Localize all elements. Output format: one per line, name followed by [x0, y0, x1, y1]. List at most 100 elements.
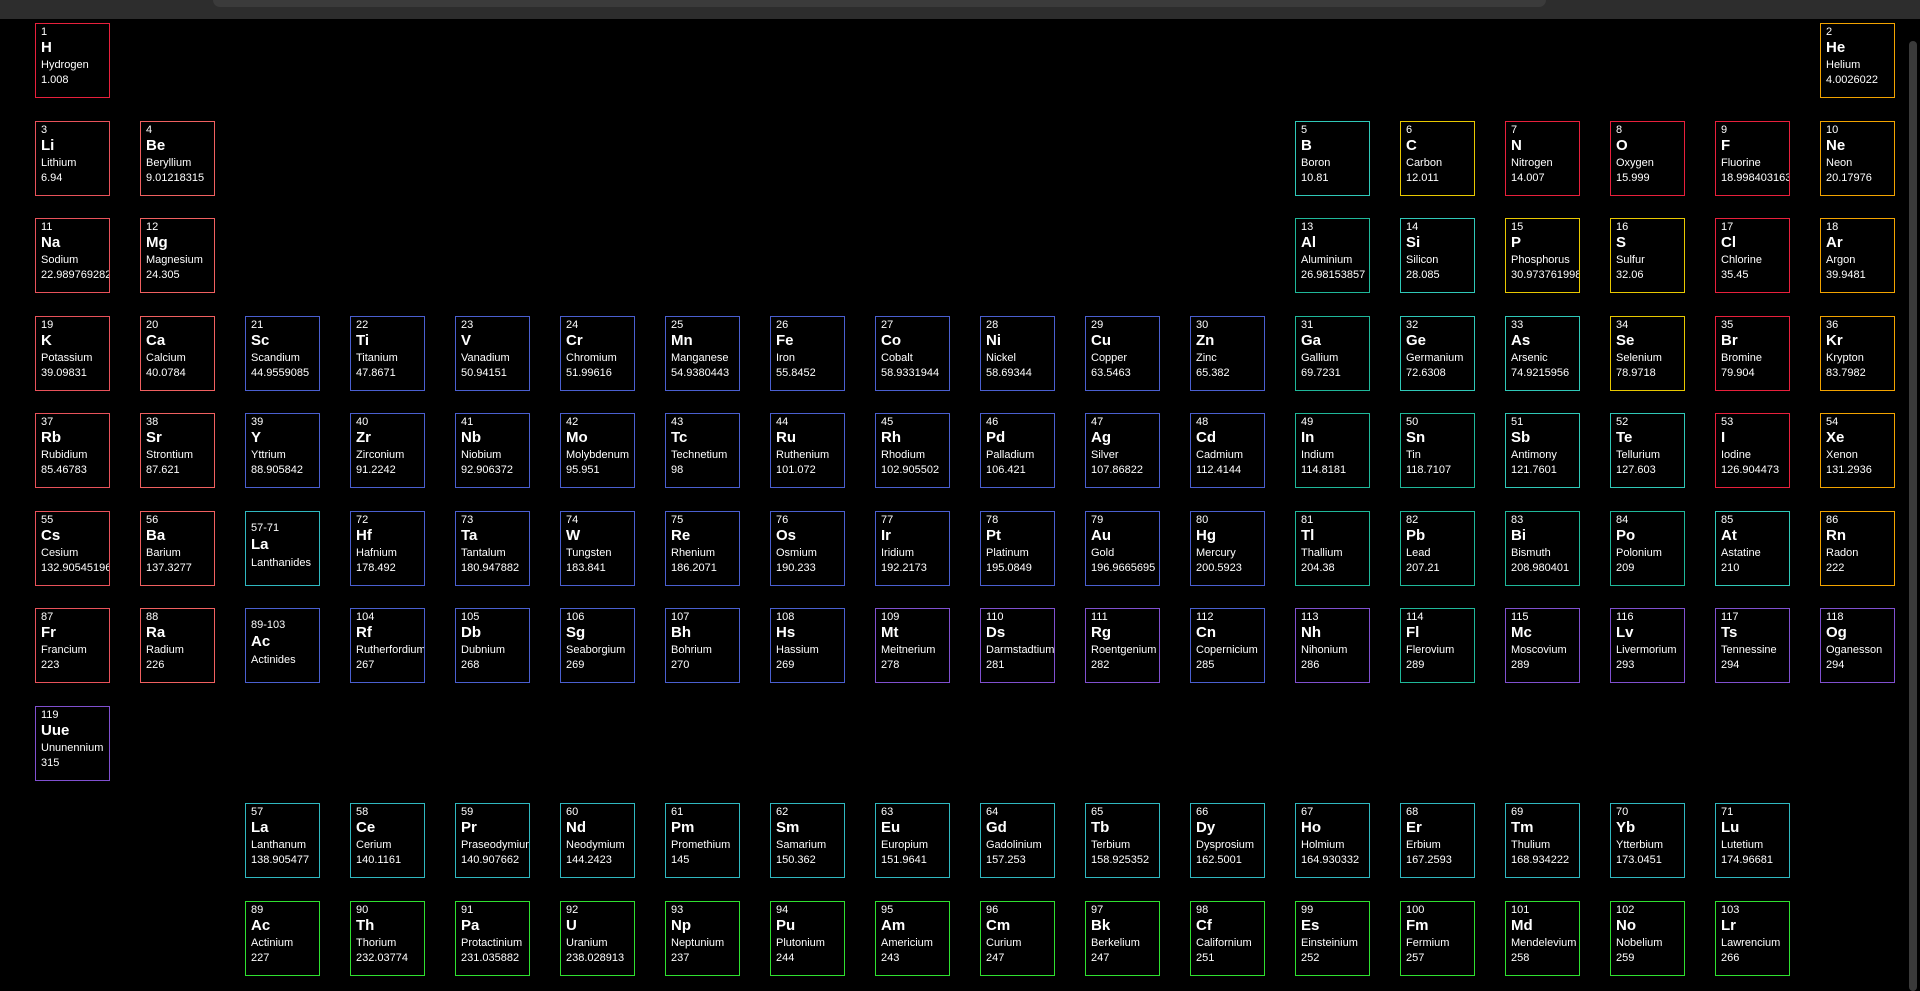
element-tile-zn[interactable]: 30 Zn Zinc 65.382: [1190, 316, 1265, 391]
element-tile-ac-range[interactable]: 89-103 Ac Actinides: [245, 608, 320, 683]
element-tile-er[interactable]: 68 Er Erbium 167.2593: [1400, 803, 1475, 878]
element-tile-tc[interactable]: 43 Tc Technetium 98: [665, 413, 740, 488]
element-tile-cu[interactable]: 29 Cu Copper 63.5463: [1085, 316, 1160, 391]
element-tile-co[interactable]: 27 Co Cobalt 58.9331944: [875, 316, 950, 391]
scrollbar-track[interactable]: [1904, 19, 1920, 991]
element-tile-te[interactable]: 52 Te Tellurium 127.603: [1610, 413, 1685, 488]
element-tile-ir[interactable]: 77 Ir Iridium 192.2173: [875, 511, 950, 586]
element-tile-fr[interactable]: 87 Fr Francium 223: [35, 608, 110, 683]
element-tile-sm[interactable]: 62 Sm Samarium 150.362: [770, 803, 845, 878]
scrollbar-thumb[interactable]: [1909, 41, 1917, 991]
element-tile-th[interactable]: 90 Th Thorium 232.03774: [350, 901, 425, 976]
element-tile-nb[interactable]: 41 Nb Niobium 92.906372: [455, 413, 530, 488]
element-tile-br[interactable]: 35 Br Bromine 79.904: [1715, 316, 1790, 391]
element-tile-si[interactable]: 14 Si Silicon 28.085: [1400, 218, 1475, 293]
element-tile-bi[interactable]: 83 Bi Bismuth 208.980401: [1505, 511, 1580, 586]
element-tile-hs[interactable]: 108 Hs Hassium 269: [770, 608, 845, 683]
element-tile-sg[interactable]: 106 Sg Seaborgium 269: [560, 608, 635, 683]
element-tile-ho[interactable]: 67 Ho Holmium 164.930332: [1295, 803, 1370, 878]
element-tile-sn[interactable]: 50 Sn Tin 118.7107: [1400, 413, 1475, 488]
element-tile-la[interactable]: 57 La Lanthanum 138.905477: [245, 803, 320, 878]
element-tile-cf[interactable]: 98 Cf Californium 251: [1190, 901, 1265, 976]
element-tile-nd[interactable]: 60 Nd Neodymium 144.2423: [560, 803, 635, 878]
element-tile-se[interactable]: 34 Se Selenium 78.9718: [1610, 316, 1685, 391]
element-tile-pm[interactable]: 61 Pm Promethium 145: [665, 803, 740, 878]
element-tile-rb[interactable]: 37 Rb Rubidium 85.46783: [35, 413, 110, 488]
element-tile-tl[interactable]: 81 Tl Thallium 204.38: [1295, 511, 1370, 586]
element-tile-fm[interactable]: 100 Fm Fermium 257: [1400, 901, 1475, 976]
element-tile-nh[interactable]: 113 Nh Nihonium 286: [1295, 608, 1370, 683]
element-tile-b[interactable]: 5 B Boron 10.81: [1295, 121, 1370, 196]
element-tile-mt[interactable]: 109 Mt Meitnerium 278: [875, 608, 950, 683]
element-tile-fe[interactable]: 26 Fe Iron 55.8452: [770, 316, 845, 391]
element-tile-yb[interactable]: 70 Yb Ytterbium 173.0451: [1610, 803, 1685, 878]
element-tile-la-range[interactable]: 57-71 La Lanthanides: [245, 511, 320, 586]
element-tile-al[interactable]: 13 Al Aluminium 26.98153857: [1295, 218, 1370, 293]
element-tile-cn[interactable]: 112 Cn Copernicium 285: [1190, 608, 1265, 683]
element-tile-hf[interactable]: 72 Hf Hafnium 178.492: [350, 511, 425, 586]
element-tile-tb[interactable]: 65 Tb Terbium 158.925352: [1085, 803, 1160, 878]
element-tile-dy[interactable]: 66 Dy Dysprosium 162.5001: [1190, 803, 1265, 878]
element-tile-sc[interactable]: 21 Sc Scandium 44.9559085: [245, 316, 320, 391]
element-tile-o[interactable]: 8 O Oxygen 15.999: [1610, 121, 1685, 196]
element-tile-gd[interactable]: 64 Gd Gadolinium 157.253: [980, 803, 1055, 878]
element-tile-he[interactable]: 2 He Helium 4.0026022: [1820, 23, 1895, 98]
element-tile-kr[interactable]: 36 Kr Krypton 83.7982: [1820, 316, 1895, 391]
element-tile-ge[interactable]: 32 Ge Germanium 72.6308: [1400, 316, 1475, 391]
element-tile-be[interactable]: 4 Be Beryllium 9.01218315: [140, 121, 215, 196]
element-tile-no[interactable]: 102 No Nobelium 259: [1610, 901, 1685, 976]
element-tile-ra[interactable]: 88 Ra Radium 226: [140, 608, 215, 683]
element-tile-fl[interactable]: 114 Fl Flerovium 289: [1400, 608, 1475, 683]
element-tile-mg[interactable]: 12 Mg Magnesium 24.305: [140, 218, 215, 293]
element-tile-lr[interactable]: 103 Lr Lawrencium 266: [1715, 901, 1790, 976]
element-tile-pr[interactable]: 59 Pr Praseodymium 140.907662: [455, 803, 530, 878]
element-tile-rh[interactable]: 45 Rh Rhodium 102.905502: [875, 413, 950, 488]
element-tile-ac[interactable]: 89 Ac Actinium 227: [245, 901, 320, 976]
element-tile-cm[interactable]: 96 Cm Curium 247: [980, 901, 1055, 976]
element-tile-n[interactable]: 7 N Nitrogen 14.007: [1505, 121, 1580, 196]
element-tile-in[interactable]: 49 In Indium 114.8181: [1295, 413, 1370, 488]
element-tile-c[interactable]: 6 C Carbon 12.011: [1400, 121, 1475, 196]
element-tile-mo[interactable]: 42 Mo Molybdenum 95.951: [560, 413, 635, 488]
element-tile-am[interactable]: 95 Am Americium 243: [875, 901, 950, 976]
element-tile-at[interactable]: 85 At Astatine 210: [1715, 511, 1790, 586]
element-tile-au[interactable]: 79 Au Gold 196.9665695: [1085, 511, 1160, 586]
element-tile-pb[interactable]: 82 Pb Lead 207.21: [1400, 511, 1475, 586]
element-tile-v[interactable]: 23 V Vanadium 50.94151: [455, 316, 530, 391]
element-tile-ts[interactable]: 117 Ts Tennessine 294: [1715, 608, 1790, 683]
element-tile-u[interactable]: 92 U Uranium 238.028913: [560, 901, 635, 976]
element-tile-w[interactable]: 74 W Tungsten 183.841: [560, 511, 635, 586]
element-tile-ne[interactable]: 10 Ne Neon 20.17976: [1820, 121, 1895, 196]
element-tile-cd[interactable]: 48 Cd Cadmium 112.4144: [1190, 413, 1265, 488]
element-tile-ba[interactable]: 56 Ba Barium 137.3277: [140, 511, 215, 586]
element-tile-tm[interactable]: 69 Tm Thulium 168.934222: [1505, 803, 1580, 878]
element-tile-pa[interactable]: 91 Pa Protactinium 231.035882: [455, 901, 530, 976]
element-tile-as[interactable]: 33 As Arsenic 74.9215956: [1505, 316, 1580, 391]
element-tile-mn[interactable]: 25 Mn Manganese 54.9380443: [665, 316, 740, 391]
element-tile-re[interactable]: 75 Re Rhenium 186.2071: [665, 511, 740, 586]
element-tile-ce[interactable]: 58 Ce Cerium 140.1161: [350, 803, 425, 878]
element-tile-ti[interactable]: 22 Ti Titanium 47.8671: [350, 316, 425, 391]
element-tile-rf[interactable]: 104 Rf Rutherfordium 267: [350, 608, 425, 683]
element-tile-og[interactable]: 118 Og Oganesson 294: [1820, 608, 1895, 683]
element-tile-i[interactable]: 53 I Iodine 126.904473: [1715, 413, 1790, 488]
element-tile-db[interactable]: 105 Db Dubnium 268: [455, 608, 530, 683]
element-tile-na[interactable]: 11 Na Sodium 22.989769282: [35, 218, 110, 293]
element-tile-zr[interactable]: 40 Zr Zirconium 91.2242: [350, 413, 425, 488]
element-tile-s[interactable]: 16 S Sulfur 32.06: [1610, 218, 1685, 293]
element-tile-rn[interactable]: 86 Rn Radon 222: [1820, 511, 1895, 586]
element-tile-os[interactable]: 76 Os Osmium 190.233: [770, 511, 845, 586]
element-tile-rg[interactable]: 111 Rg Roentgenium 282: [1085, 608, 1160, 683]
element-tile-sb[interactable]: 51 Sb Antimony 121.7601: [1505, 413, 1580, 488]
element-tile-k[interactable]: 19 K Potassium 39.09831: [35, 316, 110, 391]
element-tile-cl[interactable]: 17 Cl Chlorine 35.45: [1715, 218, 1790, 293]
element-tile-ca[interactable]: 20 Ca Calcium 40.0784: [140, 316, 215, 391]
element-tile-uue[interactable]: 119 Uue Ununennium 315: [35, 706, 110, 781]
element-tile-lv[interactable]: 116 Lv Livermorium 293: [1610, 608, 1685, 683]
element-tile-pt[interactable]: 78 Pt Platinum 195.0849: [980, 511, 1055, 586]
element-tile-ni[interactable]: 28 Ni Nickel 58.69344: [980, 316, 1055, 391]
element-tile-md[interactable]: 101 Md Mendelevium 258: [1505, 901, 1580, 976]
element-tile-f[interactable]: 9 F Fluorine 18.998403163: [1715, 121, 1790, 196]
element-tile-sr[interactable]: 38 Sr Strontium 87.621: [140, 413, 215, 488]
element-tile-p[interactable]: 15 P Phosphorus 30.973761998: [1505, 218, 1580, 293]
